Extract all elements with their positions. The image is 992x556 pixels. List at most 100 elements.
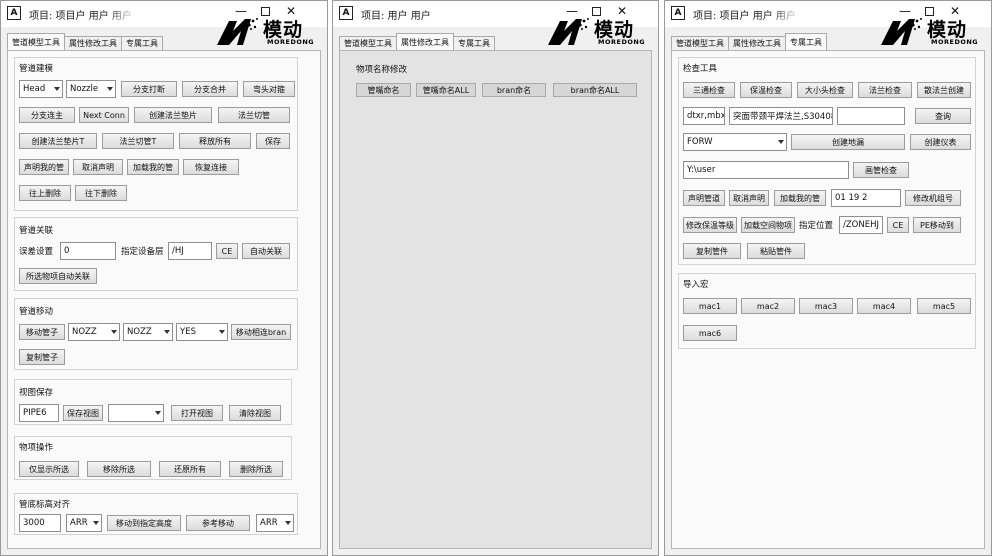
tab-pipe-model-tools[interactable]: 管道模型工具 [7,33,65,50]
chevron-down-icon [285,521,291,525]
pipe-draw-check-button[interactable]: 画管检查 [853,162,909,178]
remove-selected-button[interactable]: 移除所选 [87,461,151,477]
ce-button[interactable]: CE [887,217,909,233]
flange-spec-input[interactable]: 突面带颈平焊法兰,S30408 [729,107,833,125]
head-select[interactable]: Head [19,80,63,98]
insulation-check-button[interactable]: 保温检查 [740,82,792,98]
query-button[interactable]: 查询 [915,108,971,124]
branch-merge-button[interactable]: 分支合并 [182,81,238,97]
branch-break-button[interactable]: 分支打断 [121,81,177,97]
create-flange-gasket-button[interactable]: 创建法兰垫片 [134,107,212,123]
bran-rename-all-button[interactable]: bran命名ALL [553,83,637,97]
delete-down-button[interactable]: 往下删除 [75,185,127,201]
declare-pipe-button[interactable]: 声明管道 [683,190,725,206]
tab-pipe-model-tools[interactable]: 管道模型工具 [671,36,729,50]
restore-all-button[interactable]: 还原所有 [159,461,221,477]
restore-connection-button[interactable]: 恢复连接 [183,159,239,175]
pe-move-to-button[interactable]: PE移动到 [913,217,961,233]
reducer-check-button[interactable]: 大小头检查 [797,82,853,98]
delete-selected-button[interactable]: 删除所选 [229,461,283,477]
mac2-button[interactable]: mac2 [741,298,795,314]
load-my-pipe-button[interactable]: 加载我的管 [127,159,179,175]
tab-special-tools[interactable]: 专属工具 [453,36,495,50]
mac3-button[interactable]: mac3 [799,298,853,314]
copy-pipe-button[interactable]: 复制管子 [19,349,65,365]
copy-fitting-button[interactable]: 复制管件 [683,243,741,259]
type-codes-input[interactable]: dtxr,mbxx [683,107,725,125]
tab-pipe-model-tools[interactable]: 管道模型工具 [339,36,397,50]
chevron-down-icon [778,140,784,144]
device-layer-input[interactable]: /HJ [168,242,212,260]
flange-check-button[interactable]: 法兰检查 [858,82,912,98]
delete-up-button[interactable]: 往上删除 [19,185,71,201]
cancel-declare-button[interactable]: 取消声明 [73,159,123,175]
ce-button[interactable]: CE [216,243,238,259]
next-conn-button[interactable]: Next Conn [79,107,129,123]
tab-attribute-tools[interactable]: 属性修改工具 [396,33,454,50]
path-input[interactable]: Y:\user [683,161,849,179]
group-title: 管道建模 [19,64,54,74]
group-title: 管道关联 [19,226,54,236]
flange-cut-button[interactable]: 法兰切管 [218,107,290,123]
elevation-input[interactable]: 3000 [19,514,61,532]
declare-my-pipe-button[interactable]: 声明我的管 [19,159,69,175]
group-item-operations: 物项操作 仅显示所选 移除所选 还原所有 删除所选 [14,436,292,480]
load-space-items-button[interactable]: 加载空间物项 [741,217,795,233]
create-drain-button[interactable]: 创建地漏 [791,134,905,150]
load-my-pipe-button[interactable]: 加载我的管 [774,190,826,206]
mac4-button[interactable]: mac4 [857,298,911,314]
arr-select-1[interactable]: ARR [66,514,102,532]
move-pipe-button[interactable]: 移动管子 [19,324,65,340]
position-input[interactable]: /ZONEHJ [839,216,883,234]
flange-cut-t-button[interactable]: 法兰切管T [102,133,174,149]
auto-associate-button[interactable]: 自动关联 [242,243,290,259]
open-view-button[interactable]: 打开视图 [171,405,223,421]
modify-machine-number-button[interactable]: 修改机组号 [905,190,961,206]
query-input[interactable] [837,107,905,125]
create-instrument-button[interactable]: 创建仪表 [910,134,971,150]
view-name-input[interactable]: PIPE6 [19,404,59,422]
error-value-input[interactable]: 0 [60,242,116,260]
move-to-height-button[interactable]: 移动到指定高度 [107,515,181,531]
move-connected-bran-button[interactable]: 移动相连bran [231,324,291,340]
view-select[interactable] [108,404,164,422]
reference-move-button[interactable]: 参考移动 [186,515,250,531]
nozzle-select[interactable]: Nozzle [66,80,116,98]
paste-fitting-button[interactable]: 粘贴管件 [747,243,805,259]
bran-rename-button[interactable]: bran命名 [482,83,546,97]
nozz-select-1[interactable]: NOZZ [68,323,120,341]
nozz-select-2[interactable]: NOZZ [123,323,173,341]
rename-group-title: 物项名称修改 [356,65,408,75]
nozzle-rename-all-button[interactable]: 管嘴命名ALL [416,83,476,97]
show-selected-only-button[interactable]: 仅显示所选 [19,461,79,477]
mac1-button[interactable]: mac1 [683,298,737,314]
cancel-declare-button[interactable]: 取消声明 [729,190,769,206]
group-title: 管底标高对齐 [19,500,71,510]
tab-attribute-tools[interactable]: 属性修改工具 [728,36,786,50]
chevron-down-icon [164,330,170,334]
save-button[interactable]: 保存 [256,133,290,149]
modify-insulation-grade-button[interactable]: 修改保温等级 [683,217,737,233]
elbow-align-button[interactable]: 弯头对箍 [243,81,295,97]
machine-number-input[interactable]: 01 19 2 [831,189,901,207]
branch-to-main-button[interactable]: 分支连主 [19,107,75,123]
release-all-button[interactable]: 释放所有 [179,133,251,149]
create-flange-gasket-t-button[interactable]: 创建法兰垫片T [19,133,97,149]
app-icon: A [671,6,685,20]
direction-select[interactable]: FORW [683,133,787,151]
tab-attribute-tools[interactable]: 属性修改工具 [64,36,122,50]
nozzle-rename-button[interactable]: 管嘴命名 [356,83,411,97]
tee-check-button[interactable]: 三通检查 [683,82,735,98]
clear-view-button[interactable]: 清除视图 [229,405,281,421]
yes-select[interactable]: YES [176,323,228,341]
loose-flange-create-button[interactable]: 散法兰创建 [917,82,971,98]
group-title: 视图保存 [19,388,54,398]
arr-select-2[interactable]: ARR [256,514,294,532]
mac5-button[interactable]: mac5 [917,298,971,314]
logo-text-en: MOREDONG [931,38,979,46]
tab-special-tools[interactable]: 专属工具 [785,33,827,50]
mac6-button[interactable]: mac6 [683,325,737,341]
tab-special-tools[interactable]: 专属工具 [121,36,163,50]
save-view-button[interactable]: 保存视图 [63,405,103,421]
selected-auto-associate-button[interactable]: 所选物项自动关联 [19,268,97,284]
